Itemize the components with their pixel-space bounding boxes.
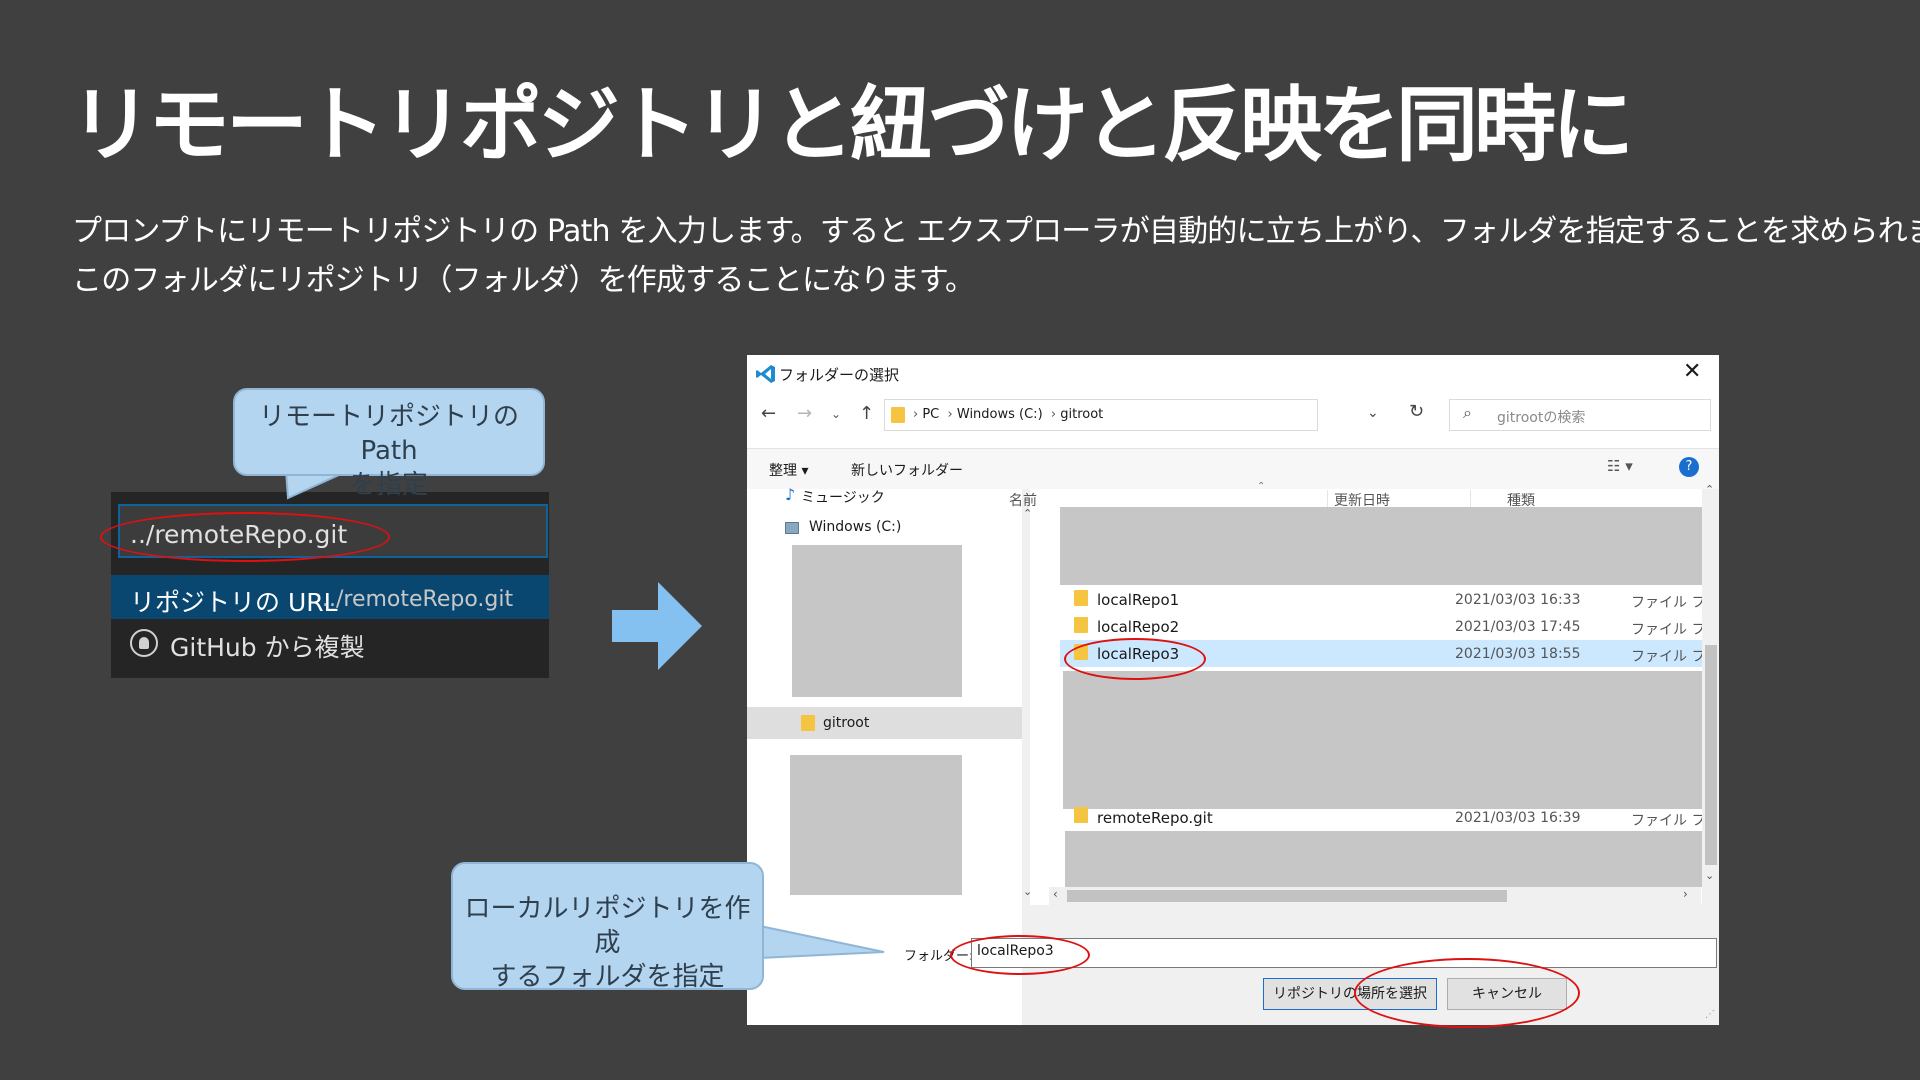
address-dropdown-chevron-icon[interactable]: ⌄	[1367, 405, 1379, 421]
redacted-area	[1065, 831, 1703, 887]
breadcrumb-windows-c[interactable]: Windows (C:)	[957, 407, 1043, 422]
horizontal-scroll-thumb[interactable]	[1067, 890, 1507, 902]
github-icon	[130, 629, 158, 657]
slide-description-line-1: プロンプトにリモートリポジトリの Path を入力します。すると エクスプローラ…	[72, 214, 1920, 249]
slide-title: リモートリポジトリと紐づけと反映を同時に	[70, 78, 1634, 173]
file-date: 2021/03/03 16:39	[1455, 810, 1581, 826]
breadcrumb-pc[interactable]: PC	[922, 407, 939, 422]
dialog-title: フォルダーの選択	[779, 366, 900, 384]
music-note-icon: ♪	[785, 485, 796, 504]
quick-pick-option-github-clone[interactable]: GitHub から複製	[170, 628, 365, 664]
option-repo-url-label: リポジトリの URL	[130, 588, 338, 617]
scroll-right-arrow-icon[interactable]: ›	[1683, 887, 1688, 901]
nav-item-windows-c[interactable]: Windows (C:)	[809, 519, 901, 535]
scroll-up-arrow-icon[interactable]: ⌃	[1705, 483, 1714, 496]
nav-item-music[interactable]: ミュージック	[801, 487, 885, 507]
folder-select-dialog: フォルダーの選択 ✕ ← → ⌄ ↑ › PC › Windows (C:) ›…	[747, 355, 1719, 1025]
redacted-area	[1063, 671, 1703, 809]
folder-icon	[1074, 590, 1088, 606]
vertical-scroll-thumb[interactable]	[1705, 645, 1717, 865]
highlight-ellipse-localrepo3	[1064, 638, 1206, 680]
vscode-logo-icon	[756, 365, 775, 383]
sort-indicator-icon: ⌃	[1257, 481, 1266, 492]
folder-icon	[801, 715, 815, 731]
column-header-name[interactable]: 名前	[1009, 490, 1037, 510]
search-icon: ⌕	[1463, 403, 1472, 422]
breadcrumb-gitroot[interactable]: gitroot	[1060, 407, 1103, 422]
resize-grip-icon[interactable]: ⋰	[1705, 1009, 1715, 1020]
back-arrow-icon[interactable]: ←	[761, 403, 776, 424]
drive-icon	[785, 522, 799, 534]
scroll-left-arrow-icon[interactable]: ‹	[1053, 887, 1058, 901]
redacted-area	[1060, 507, 1702, 585]
folder-icon	[1074, 807, 1088, 823]
recent-locations-chevron-icon[interactable]: ⌄	[831, 407, 841, 421]
search-placeholder: gitrootの検索	[1497, 410, 1586, 426]
folder-icon	[891, 407, 905, 423]
highlight-ellipse-select-button	[1354, 958, 1580, 1028]
help-icon[interactable]: ?	[1679, 457, 1699, 477]
new-folder-button[interactable]: 新しいフォルダー	[851, 460, 963, 480]
folder-icon	[1074, 617, 1088, 633]
file-date: 2021/03/03 17:45	[1455, 619, 1581, 635]
file-name: localRepo2	[1097, 618, 1180, 636]
file-name: localRepo1	[1097, 591, 1180, 609]
file-date: 2021/03/03 16:33	[1455, 592, 1581, 608]
callout-specify-remote-path: リモートリポジトリの Path を指定	[233, 388, 545, 500]
callout-specify-local-folder: ローカルリポジトリを作成 するフォルダを指定	[451, 862, 764, 992]
forward-arrow-icon[interactable]: →	[797, 403, 812, 424]
refresh-icon[interactable]: ↻	[1409, 401, 1424, 422]
redacted-area	[792, 545, 962, 697]
nav-item-gitroot-row[interactable]	[747, 707, 1022, 739]
file-date: 2021/03/03 18:55	[1455, 646, 1581, 662]
callout-top-line-2: を指定	[349, 470, 428, 500]
close-icon[interactable]: ✕	[1683, 359, 1701, 384]
option-repo-url-path: ../remoteRepo.git	[322, 587, 514, 612]
scroll-down-arrow-icon[interactable]: ⌄	[1705, 869, 1714, 882]
breadcrumb: › PC › Windows (C:) › gitroot	[913, 407, 1104, 422]
nav-pane-scrollbar[interactable]	[1022, 489, 1030, 905]
callout-top-line-1: リモートリポジトリの Path	[258, 402, 519, 466]
redacted-area	[790, 755, 962, 895]
up-arrow-icon[interactable]: ↑	[859, 403, 874, 424]
callout-bottom-line-1: ローカルリポジトリを作成	[464, 894, 751, 958]
file-name: remoteRepo.git	[1097, 809, 1213, 827]
highlight-ellipse-folder-input	[950, 935, 1090, 975]
highlight-ellipse-input	[100, 512, 390, 562]
view-options-icon[interactable]: ☷ ▾	[1607, 457, 1633, 475]
slide-description-line-2: このフォルダにリポジトリ（フォルダ）を作成することになります。	[72, 263, 975, 298]
right-arrow-icon	[612, 582, 702, 670]
nav-item-gitroot[interactable]: gitroot	[823, 715, 869, 731]
callout-bottom-line-2: するフォルダを指定	[490, 962, 725, 992]
callout-bottom-pointer	[760, 924, 885, 960]
organize-button[interactable]: 整理 ▾	[769, 460, 808, 480]
